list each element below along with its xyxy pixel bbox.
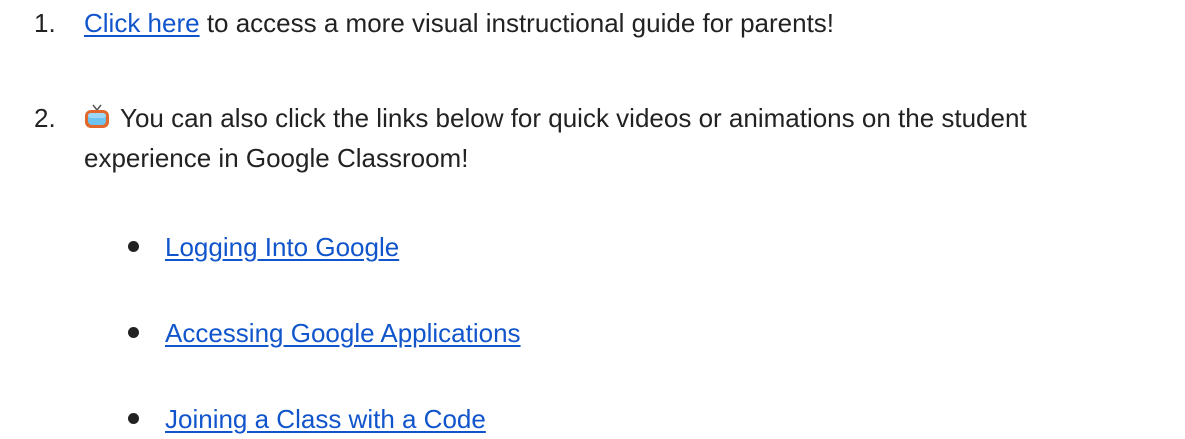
- bullet-icon: [128, 241, 139, 252]
- list-text: You can also click the links below for q…: [84, 98, 1027, 138]
- bullet-icon: [128, 413, 139, 424]
- list-text-line2: experience in Google Classroom!: [84, 143, 469, 173]
- list-number: 1.: [34, 8, 56, 38]
- list-number: 2.: [34, 103, 56, 133]
- list-text-rest: to access a more visual instructional gu…: [199, 8, 835, 38]
- list-text-line1: You can also click the links below for q…: [120, 103, 1027, 133]
- click-here-link[interactable]: Click here: [84, 8, 200, 38]
- television-icon: [84, 104, 110, 130]
- accessing-google-applications-link[interactable]: Accessing Google Applications: [165, 313, 521, 353]
- joining-a-class-with-a-code-link[interactable]: Joining a Class with a Code: [165, 399, 486, 439]
- logging-into-google-link[interactable]: Logging Into Google: [165, 227, 399, 267]
- list-text: Click here to access a more visual instr…: [84, 3, 834, 43]
- bullet-icon: [128, 327, 139, 338]
